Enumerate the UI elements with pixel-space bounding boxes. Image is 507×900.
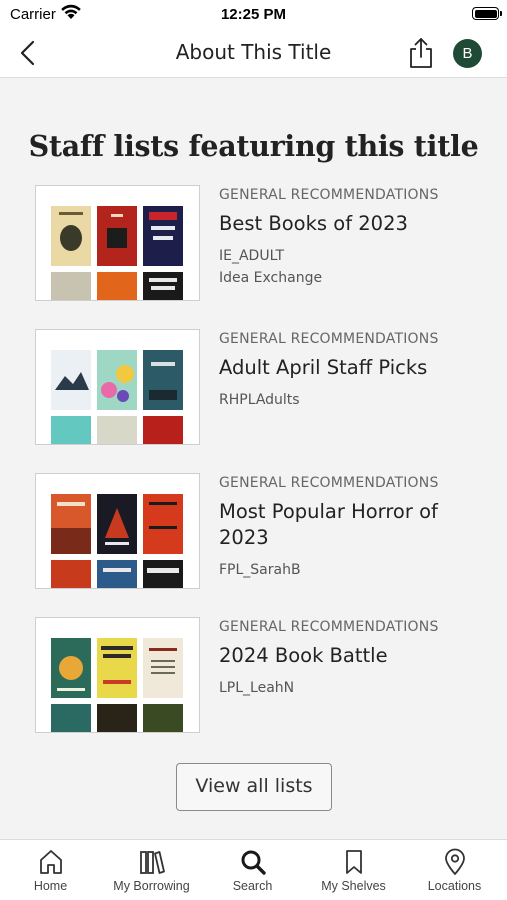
list-card-most-popular-horror-2023[interactable]: GENERAL RECOMMENDATIONS Most Popular Hor… [35, 473, 475, 589]
status-time: 12:25 PM [220, 6, 287, 23]
book-cover [97, 704, 137, 732]
share-icon[interactable] [406, 36, 436, 70]
book-cover [143, 206, 183, 266]
book-cover [143, 272, 183, 300]
tab-label: Search [232, 879, 273, 893]
home-icon [40, 850, 62, 874]
tab-label: My Shelves [321, 879, 386, 893]
main-content: Staff lists featuring this title GENERAL… [0, 79, 507, 839]
book-cover [97, 272, 137, 300]
list-title[interactable]: 2024 Book Battle [219, 643, 479, 669]
list-card-best-books-2023[interactable]: GENERAL RECOMMENDATIONS Best Books of 20… [35, 185, 475, 301]
book-cover [51, 416, 91, 444]
books-icon [140, 851, 165, 874]
list-cover-collage [35, 185, 200, 301]
book-cover [51, 494, 91, 554]
list-owner-location: Idea Exchange [219, 270, 323, 286]
list-info: GENERAL RECOMMENDATIONS 2024 Book Battle… [219, 617, 479, 699]
tab-bar: Home My Borrowing Search My Shelves Loca… [0, 839, 507, 900]
list-info: GENERAL RECOMMENDATIONS Best Books of 20… [219, 185, 479, 289]
list-category: GENERAL RECOMMENDATIONS [219, 475, 439, 491]
search-icon [241, 850, 266, 875]
tab-my-shelves[interactable]: My Shelves [303, 840, 404, 900]
list-owner: FPL_SarahB [219, 562, 301, 578]
tab-search[interactable]: Search [202, 840, 303, 900]
book-cover [97, 560, 137, 588]
book-cover [97, 350, 137, 410]
list-card-adult-april-staff-picks[interactable]: GENERAL RECOMMENDATIONS Adult April Staf… [35, 329, 475, 445]
view-all-lists-button[interactable]: View all lists [176, 763, 332, 811]
book-cover [51, 206, 91, 266]
book-cover [97, 206, 137, 266]
list-category: GENERAL RECOMMENDATIONS [219, 619, 439, 635]
tab-label: Home [33, 879, 68, 893]
list-owner: LPL_LeahN [219, 680, 295, 696]
book-cover [143, 560, 183, 588]
book-cover [143, 638, 183, 698]
list-info: GENERAL RECOMMENDATIONS Most Popular Hor… [219, 473, 479, 581]
list-title[interactable]: Best Books of 2023 [219, 211, 479, 237]
tab-label: My Borrowing [113, 879, 190, 893]
nav-bar: About This Title B [0, 28, 507, 78]
book-cover [143, 494, 183, 554]
list-owner: IE_ADULT [219, 248, 285, 264]
list-cover-collage [35, 473, 200, 589]
avatar[interactable]: B [453, 39, 482, 68]
tab-label: Locations [427, 879, 482, 893]
tab-my-borrowing[interactable]: My Borrowing [101, 840, 202, 900]
list-cover-collage [35, 329, 200, 445]
book-cover [51, 272, 91, 300]
status-bar: Carrier 12:25 PM [0, 0, 507, 28]
battery-icon [472, 7, 502, 20]
book-cover [97, 494, 137, 554]
tab-home[interactable]: Home [0, 840, 101, 900]
list-category: GENERAL RECOMMENDATIONS [219, 187, 439, 203]
section-title: Staff lists featuring this title [28, 129, 479, 163]
list-card-2024-book-battle[interactable]: GENERAL RECOMMENDATIONS 2024 Book Battle… [35, 617, 475, 733]
book-cover [51, 704, 91, 732]
list-title[interactable]: Adult April Staff Picks [219, 355, 479, 381]
book-cover [97, 638, 137, 698]
book-cover [143, 350, 183, 410]
list-owner: RHPLAdults [219, 392, 300, 408]
book-cover [51, 560, 91, 588]
location-pin-icon [445, 848, 465, 875]
book-cover [143, 416, 183, 444]
list-category: GENERAL RECOMMENDATIONS [219, 331, 439, 347]
book-cover [51, 638, 91, 698]
tab-locations[interactable]: Locations [404, 840, 505, 900]
book-cover [143, 704, 183, 732]
bookmark-icon [346, 850, 362, 874]
book-cover [51, 350, 91, 410]
list-info: GENERAL RECOMMENDATIONS Adult April Staf… [219, 329, 479, 411]
book-cover [97, 416, 137, 444]
list-cover-collage [35, 617, 200, 733]
list-title[interactable]: Most Popular Horror of 2023 [219, 499, 479, 551]
